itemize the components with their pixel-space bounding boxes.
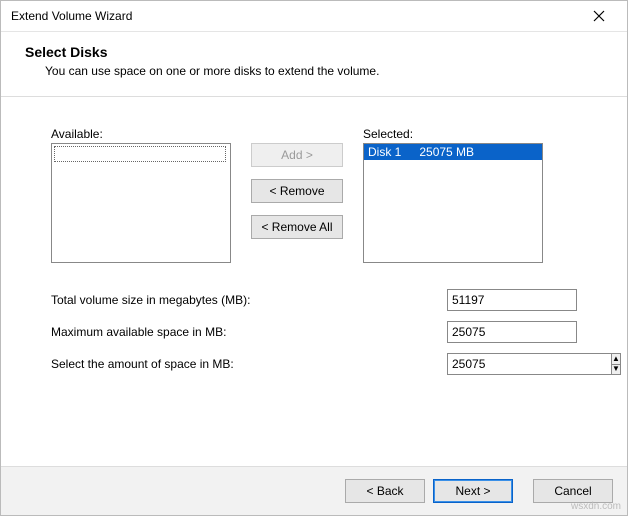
window-title: Extend Volume Wizard <box>11 9 579 23</box>
close-icon <box>593 10 605 22</box>
page-title: Select Disks <box>25 44 603 60</box>
remove-button[interactable]: < Remove <box>251 179 343 203</box>
max-space-value: 25075 <box>447 321 577 343</box>
spinner-buttons: ▲ ▼ <box>611 353 621 375</box>
available-focus-rect <box>54 146 226 162</box>
available-column: Available: <box>51 127 231 263</box>
wizard-window: Extend Volume Wizard Select Disks You ca… <box>0 0 628 516</box>
total-size-label: Total volume size in megabytes (MB): <box>51 293 447 307</box>
selected-label: Selected: <box>363 127 543 141</box>
cancel-button[interactable]: Cancel <box>533 479 613 503</box>
footer-buttons: < Back Next > Cancel <box>1 466 627 515</box>
transfer-buttons: Add > < Remove < Remove All <box>251 127 343 239</box>
max-space-label: Maximum available space in MB: <box>51 325 447 339</box>
add-button: Add > <box>251 143 343 167</box>
heading-area: Select Disks You can use space on one or… <box>1 32 627 97</box>
total-size-value: 51197 <box>447 289 577 311</box>
next-button[interactable]: Next > <box>433 479 513 503</box>
back-button[interactable]: < Back <box>345 479 425 503</box>
spinner-down[interactable]: ▼ <box>612 365 620 375</box>
titlebar: Extend Volume Wizard <box>1 1 627 32</box>
select-space-label: Select the amount of space in MB: <box>51 357 447 371</box>
available-label: Available: <box>51 127 231 141</box>
select-space-input[interactable] <box>447 353 611 375</box>
list-item[interactable]: Disk 1 25075 MB <box>364 144 542 160</box>
disk-selection-area: Available: Add > < Remove < Remove All S… <box>51 127 577 263</box>
size-fields: Total volume size in megabytes (MB): 511… <box>51 289 577 375</box>
disk-name: Disk 1 <box>368 144 401 160</box>
disk-size: 25075 MB <box>419 144 474 160</box>
selected-column: Selected: Disk 1 25075 MB <box>363 127 543 263</box>
content-area: Available: Add > < Remove < Remove All S… <box>1 97 627 375</box>
remove-all-button[interactable]: < Remove All <box>251 215 343 239</box>
selected-listbox[interactable]: Disk 1 25075 MB <box>363 143 543 263</box>
available-listbox[interactable] <box>51 143 231 263</box>
select-space-spinner[interactable]: ▲ ▼ <box>447 353 577 375</box>
page-subtitle: You can use space on one or more disks t… <box>45 64 603 78</box>
spinner-up[interactable]: ▲ <box>612 354 620 365</box>
close-button[interactable] <box>579 2 619 30</box>
